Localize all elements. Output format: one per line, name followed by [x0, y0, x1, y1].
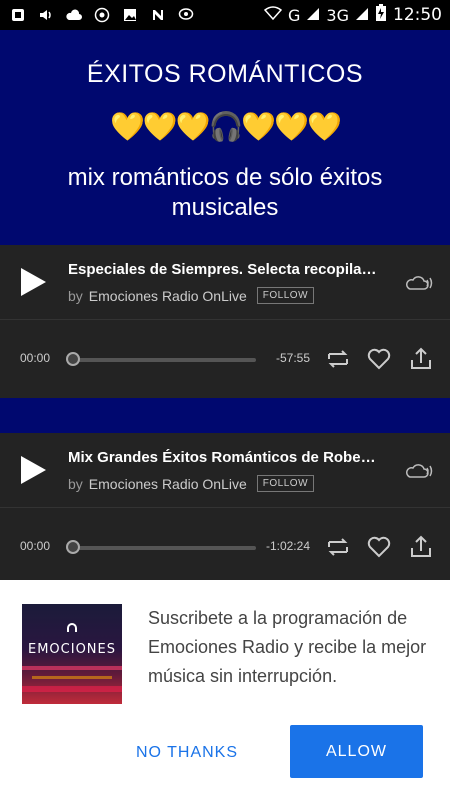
progress-knob[interactable] [66, 540, 80, 554]
heart-icon[interactable] [366, 346, 392, 372]
cloud-icon [64, 5, 84, 25]
share-icon[interactable] [408, 534, 434, 560]
track-author-row: by Emociones Radio OnLive FOLLOW [68, 287, 315, 304]
soundcloud-logo-icon[interactable] [406, 461, 434, 481]
progress-track[interactable] [70, 546, 256, 550]
channel-thumbnail: EMOCIONES [22, 604, 122, 704]
by-label: by [68, 287, 83, 304]
player-controls: 00:00 -57:55 [0, 320, 450, 398]
follow-button[interactable]: FOLLOW [256, 475, 315, 492]
repeat-icon[interactable] [325, 534, 351, 560]
network-type-2: 3G [326, 5, 349, 25]
subscribe-prompt: EMOCIONES Suscribete a la programación d… [0, 580, 450, 800]
player-header: Mix Grandes Éxitos Románticos de Robe… b… [0, 433, 450, 508]
image-icon [120, 5, 140, 25]
notification-icon [8, 5, 28, 25]
page-title: ÉXITOS ROMÁNTICOS [86, 60, 364, 88]
emoji-line: 💛💛💛🎧💛💛💛 [109, 111, 342, 142]
signal-icon-2 [355, 6, 369, 25]
share-icon[interactable] [408, 346, 434, 372]
chat-icon [176, 5, 196, 25]
track-title[interactable]: Mix Grandes Éxitos Románticos de Robe… [68, 449, 398, 466]
time-elapsed: 00:00 [20, 351, 51, 365]
no-thanks-button[interactable]: NO THANKS [122, 728, 252, 778]
player-controls: 00:00 -1:02:24 [0, 508, 450, 586]
clock: 12:50 [393, 5, 442, 25]
signal-icon [306, 6, 320, 25]
volume-icon [36, 5, 56, 25]
player-header: Especiales de Siempres. Selecta recopila… [0, 245, 450, 320]
by-label: by [68, 475, 83, 492]
time-remaining: -1:02:24 [265, 539, 310, 553]
whatsapp-icon [92, 5, 112, 25]
status-bar: G 3G 12:50 [0, 0, 450, 30]
page-subtitle: mix románticos de sólo éxitos musicales [67, 164, 383, 221]
wifi-icon [263, 5, 283, 25]
subscribe-message: Suscribete a la programación de Emocione… [148, 608, 427, 686]
play-icon[interactable] [18, 267, 48, 297]
track-title[interactable]: Especiales de Siempres. Selecta recopila… [68, 261, 398, 278]
author-link[interactable]: Emociones Radio OnLive [89, 476, 247, 492]
soundcloud-logo-icon[interactable] [406, 273, 434, 293]
soundcloud-player-2: Mix Grandes Éxitos Románticos de Robe… b… [0, 433, 450, 586]
progress-track[interactable] [70, 358, 256, 362]
author-link[interactable]: Emociones Radio OnLive [89, 288, 247, 304]
battery-icon [375, 4, 387, 26]
follow-button[interactable]: FOLLOW [256, 287, 315, 304]
time-elapsed: 00:00 [20, 539, 51, 553]
allow-button[interactable]: ALLOW [290, 725, 423, 778]
soundcloud-player-1: Especiales de Siempres. Selecta recopila… [0, 245, 450, 398]
time-remaining: -57:55 [275, 351, 310, 365]
heart-icon[interactable] [366, 534, 392, 560]
play-icon[interactable] [18, 455, 48, 485]
repeat-icon[interactable] [325, 346, 351, 372]
track-author-row: by Emociones Radio OnLive FOLLOW [68, 475, 315, 492]
network-type: G [288, 5, 301, 25]
n-app-icon [148, 5, 168, 25]
progress-knob[interactable] [66, 352, 80, 366]
thumbnail-brand-text: EMOCIONES [28, 642, 116, 657]
